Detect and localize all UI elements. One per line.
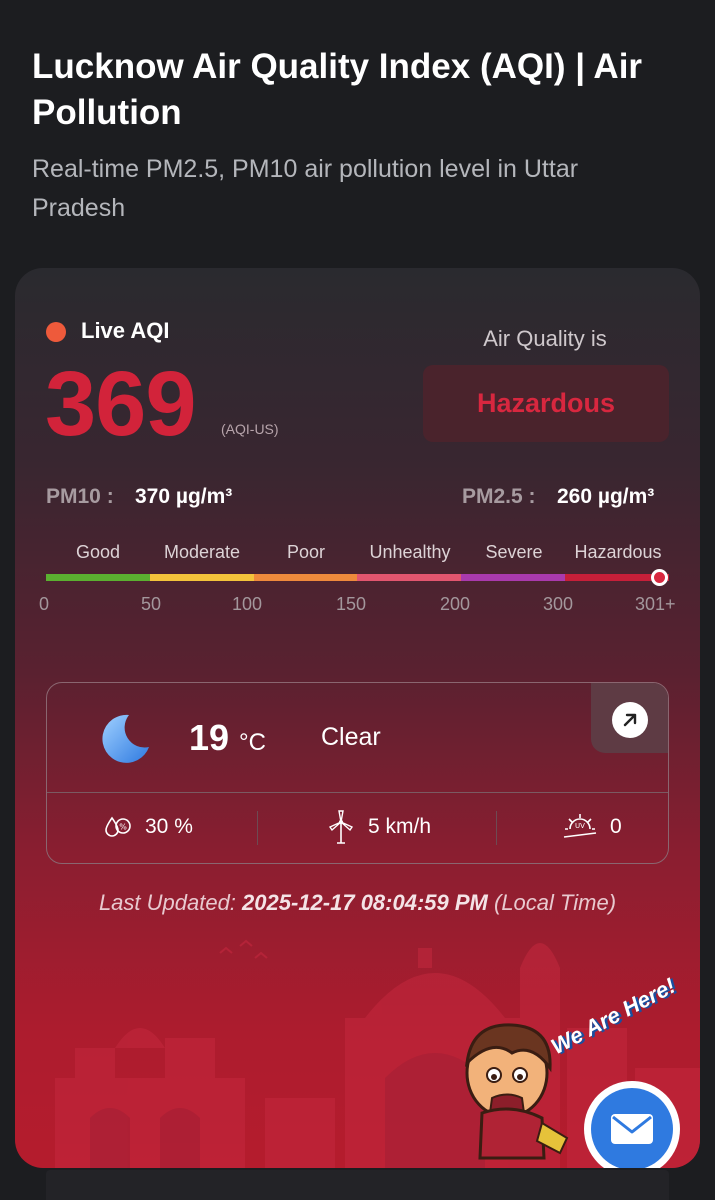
scale-tick: 50 (141, 594, 162, 614)
status-text: Hazardous (476, 388, 616, 418)
scale-tick: 200 (440, 594, 471, 614)
scale-label-severe: Severe (485, 542, 543, 562)
humidity-icon: % (105, 816, 131, 837)
scale-segment-moderate (149, 574, 254, 581)
air-quality-heading: Air Quality is (483, 326, 607, 351)
live-aqi-label: Live AQI (81, 318, 170, 343)
scale-segment-good (46, 574, 150, 581)
humidity-value: 30 % (145, 815, 193, 838)
pm10-label: PM10 : (46, 485, 114, 508)
scale-label-poor: Poor (286, 542, 326, 562)
aqi-scale-marker (651, 569, 668, 586)
wind-turbine-icon (328, 810, 354, 844)
live-indicator-dot (46, 322, 66, 342)
page-title: Lucknow Air Quality Index (AQI) | Air Po… (32, 47, 643, 132)
scale-label-good: Good (75, 542, 121, 562)
arrow-up-right-icon (612, 702, 648, 738)
open-weather-button[interactable] (591, 683, 668, 753)
scale-segment-unhealthy (357, 574, 462, 581)
scale-tick: 100 (232, 594, 263, 614)
aqi-value: 369 (45, 353, 196, 455)
wind-stat: 5 km/h (326, 807, 431, 847)
last-updated-suffix: (Local Time) (494, 890, 617, 915)
last-updated-label: Last Updated: (98, 890, 236, 915)
stat-separator (257, 811, 258, 845)
scale-segment-severe (461, 574, 566, 581)
aqi-card: Live AQI 369 (AQI-US) Air Quality is Haz… (15, 268, 700, 1168)
aqi-scale-ticks: 0 50 100 150 200 300 301+ (37, 594, 687, 618)
scale-tick: 300 (543, 594, 574, 614)
aqi-unit: (AQI-US) (221, 421, 279, 437)
scale-label-moderate: Moderate (163, 542, 241, 562)
mail-icon (591, 1088, 673, 1168)
scale-label-unhealthy: Unhealthy (369, 542, 451, 562)
contact-mail-button[interactable] (584, 1081, 680, 1168)
stat-separator (496, 811, 497, 845)
status-badge: Hazardous (423, 365, 669, 442)
last-updated-timestamp: 2025-12-17 08:04:59 PM (242, 890, 488, 915)
uv-stat: UV 0 (562, 807, 622, 847)
aqi-scale-bar (46, 574, 669, 581)
next-section-edge (46, 1170, 669, 1200)
weather-condition: Clear (321, 723, 381, 751)
last-updated: Last Updated: 2025-12-17 08:04:59 PM (Lo… (15, 890, 700, 916)
wind-value: 5 km/h (368, 815, 432, 838)
scale-tick: 301+ (635, 594, 676, 614)
scale-tick: 150 (336, 594, 367, 614)
temperature-unit: °C (239, 729, 266, 756)
pm25-value: 260 µg/m³ (557, 485, 655, 508)
crescent-moon-icon (102, 714, 149, 763)
uv-index-value: 0 (610, 815, 622, 838)
scale-label-hazardous: Hazardous (574, 542, 662, 562)
page-subtitle: Real-time PM2.5, PM10 air pollution leve… (32, 155, 579, 222)
temperature-value: 19 (189, 717, 230, 758)
aqi-scale-labels: Good Moderate Poor Unhealthy Severe Haza… (46, 542, 671, 566)
svg-text:UV: UV (575, 822, 585, 830)
svg-text:%: % (119, 823, 127, 832)
humidity-stat: % 30 % (103, 807, 193, 847)
scale-segment-poor (253, 574, 358, 581)
scale-tick: 0 (39, 594, 50, 614)
uv-index-icon: UV (563, 814, 597, 838)
pm10-value: 370 µg/m³ (135, 485, 233, 508)
pm25-label: PM2.5 : (462, 485, 536, 508)
weather-panel: 19 °C Clear % 30 % 5 km/h UV 0 (46, 682, 669, 864)
aqi-page: Lucknow Air Quality Index (AQI) | Air Po… (0, 0, 715, 1200)
weather-divider (47, 792, 668, 793)
